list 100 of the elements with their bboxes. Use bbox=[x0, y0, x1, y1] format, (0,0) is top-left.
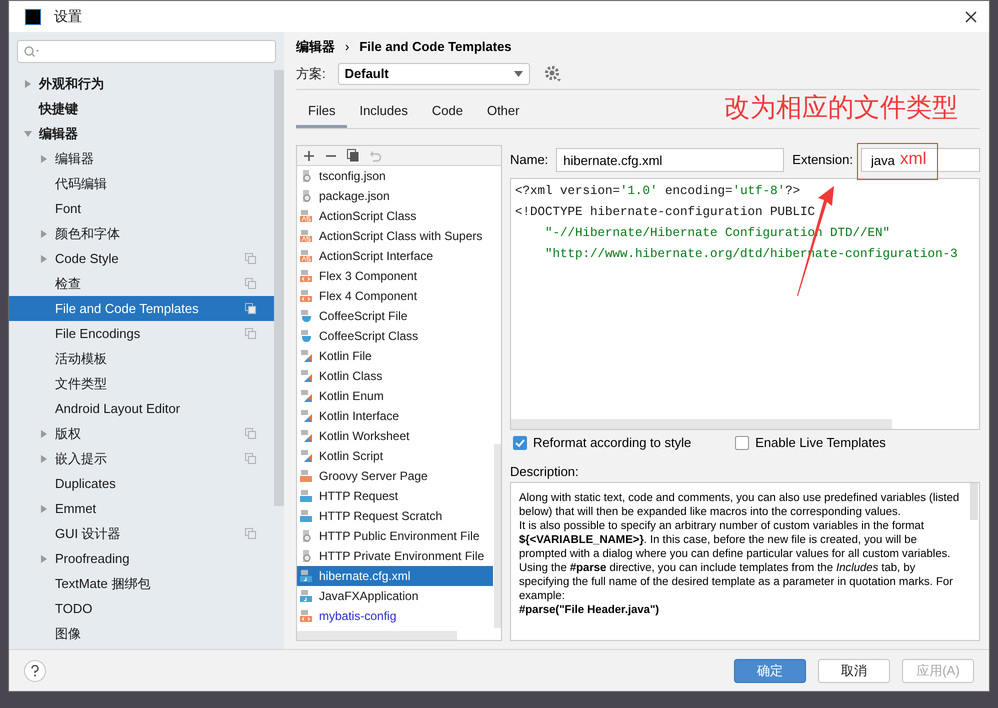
template-item[interactable]: Kotlin Class bbox=[297, 366, 493, 386]
file-template-icon bbox=[300, 229, 313, 243]
file-template-icon bbox=[300, 269, 313, 283]
scrollbar[interactable] bbox=[511, 419, 892, 429]
template-item[interactable]: mybatis-config bbox=[297, 606, 493, 626]
checkbox-label[interactable]: Enable Live Templates bbox=[755, 433, 886, 453]
file-template-icon bbox=[300, 489, 313, 503]
template-item[interactable]: ActionScript Class bbox=[297, 206, 493, 226]
undo-icon[interactable] bbox=[369, 150, 382, 162]
collapsed-arrow-icon[interactable] bbox=[39, 454, 49, 464]
dialog-button[interactable]: 取消 bbox=[818, 658, 890, 682]
template-item[interactable]: package.json bbox=[297, 186, 493, 206]
sidebar-item[interactable]: 嵌入提示 bbox=[9, 446, 274, 471]
sidebar-item[interactable]: Duplicates bbox=[9, 471, 274, 496]
template-item[interactable]: Kotlin Interface bbox=[297, 406, 493, 426]
annotation-text: 改为相应的文件类型 bbox=[724, 91, 958, 123]
template-item[interactable]: Flex 4 Component bbox=[297, 286, 493, 306]
tab[interactable]: Code bbox=[420, 97, 475, 128]
template-item[interactable]: ActionScript Interface bbox=[297, 246, 493, 266]
expanded-arrow-icon[interactable] bbox=[23, 128, 33, 138]
sidebar-item[interactable]: 外观和行为 bbox=[9, 71, 274, 96]
breadcrumb-item[interactable]: File and Code Templates bbox=[359, 37, 512, 57]
sidebar-item[interactable]: 版权 bbox=[9, 421, 274, 446]
name-field[interactable]: hibernate.cfg.xml bbox=[556, 148, 784, 172]
help-icon bbox=[31, 664, 39, 676]
collapsed-arrow-icon[interactable] bbox=[39, 504, 49, 514]
sidebar-item[interactable]: File Encodings bbox=[9, 321, 274, 346]
template-item[interactable]: CoffeeScript File bbox=[297, 306, 493, 326]
sidebar-item[interactable]: 检查 bbox=[9, 271, 274, 296]
scrollbar[interactable] bbox=[970, 483, 978, 520]
scrollbar[interactable] bbox=[494, 444, 501, 628]
template-item[interactable]: Flex 3 Component bbox=[297, 266, 493, 286]
search-field[interactable] bbox=[17, 40, 276, 63]
sidebar-item[interactable]: 图像 bbox=[9, 621, 274, 646]
description-text: Using the #parse directive, you can include templates from the Includes tab, by specifying the full name of the desired template as a parameter in quotation marks. For example: bbox=[519, 561, 954, 603]
template-item[interactable]: HTTP Public Environment File bbox=[297, 526, 493, 546]
sidebar-item[interactable]: 编辑器 bbox=[9, 146, 274, 171]
template-item[interactable]: hibernate.cfg.xml bbox=[297, 566, 493, 586]
template-item[interactable]: tsconfig.json bbox=[297, 166, 493, 186]
breadcrumb-item[interactable]: 编辑器 bbox=[296, 37, 335, 57]
collapsed-arrow-icon[interactable] bbox=[39, 254, 49, 264]
template-item[interactable]: HTTP Request Scratch bbox=[297, 506, 493, 526]
sidebar-item[interactable]: Code Style bbox=[9, 246, 274, 271]
sidebar-item[interactable]: Proofreading bbox=[9, 546, 274, 571]
sidebar-item[interactable]: 编辑器 bbox=[9, 121, 274, 146]
checkbox[interactable] bbox=[735, 436, 750, 450]
sidebar-item[interactable]: File and Code Templates bbox=[9, 296, 274, 321]
copy-icon bbox=[245, 428, 256, 439]
template-item[interactable]: Groovy Server Page bbox=[297, 466, 493, 486]
help-button[interactable] bbox=[24, 660, 46, 682]
checkbox-label[interactable]: Reformat according to style bbox=[533, 433, 692, 453]
collapsed-arrow-icon[interactable] bbox=[23, 78, 33, 88]
scrollbar[interactable] bbox=[274, 70, 284, 506]
template-item[interactable]: ActionScript Class with Supers bbox=[297, 226, 493, 246]
template-item[interactable]: Kotlin File bbox=[297, 346, 493, 366]
file-template-icon bbox=[300, 189, 313, 203]
sidebar-item[interactable]: 文件类型 bbox=[9, 371, 274, 396]
sidebar-item[interactable]: 颜色和字体 bbox=[9, 221, 274, 246]
app-logo-icon bbox=[25, 8, 41, 24]
sidebar-item[interactable]: Font bbox=[9, 196, 274, 221]
sidebar-item[interactable]: GUI 设计器 bbox=[9, 521, 274, 546]
description-text: It is also possible to specify an arbitrary number of custom variables in the format ${<VARIABLE_NAME>}. In this case, before the new file is created, you will be prompted with a dialog where you can define particular values for all custom variables. bbox=[519, 519, 952, 561]
file-template-icon bbox=[300, 349, 313, 363]
checkbox[interactable] bbox=[513, 436, 527, 450]
scheme-dropdown[interactable]: Default bbox=[338, 63, 530, 85]
add-icon[interactable] bbox=[303, 150, 315, 162]
sidebar-item[interactable]: 活动模板 bbox=[9, 346, 274, 371]
scrollbar[interactable] bbox=[297, 631, 457, 640]
collapsed-arrow-icon[interactable] bbox=[39, 554, 49, 564]
sidebar-item[interactable]: 代码编辑 bbox=[9, 171, 274, 196]
close-icon[interactable] bbox=[965, 10, 977, 22]
tab[interactable]: Other bbox=[474, 97, 532, 128]
settings-icon[interactable] bbox=[544, 65, 562, 83]
sidebar-item[interactable]: TODO bbox=[9, 596, 274, 621]
template-item[interactable]: Kotlin Enum bbox=[297, 386, 493, 406]
file-template-icon bbox=[300, 449, 313, 463]
template-item[interactable]: JavaFXApplication bbox=[297, 586, 493, 606]
template-item[interactable]: Kotlin Worksheet bbox=[297, 426, 493, 446]
window-title: 设置 bbox=[54, 7, 82, 26]
sidebar-item[interactable]: Emmet bbox=[9, 496, 274, 521]
description-text: Along with static text, code and comments, you can also use predefined variables (listed below) that will then be expanded like macros into the corresponding values. bbox=[519, 491, 960, 519]
collapsed-arrow-icon[interactable] bbox=[39, 154, 49, 164]
template-item[interactable]: Kotlin Script bbox=[297, 446, 493, 466]
tab[interactable]: Files bbox=[296, 97, 348, 128]
template-item[interactable]: HTTP Request bbox=[297, 486, 493, 506]
template-item[interactable]: CoffeeScript Class bbox=[297, 326, 493, 346]
name-label: Name: bbox=[510, 151, 548, 170]
collapsed-arrow-icon[interactable] bbox=[39, 228, 49, 238]
sidebar-item[interactable]: Android Layout Editor bbox=[9, 396, 274, 421]
sidebar-item[interactable]: TextMate 捆绑包 bbox=[9, 571, 274, 596]
copy-icon bbox=[245, 453, 256, 464]
dialog-button[interactable]: 确定 bbox=[734, 658, 806, 682]
template-item[interactable]: HTTP Private Environment File bbox=[297, 546, 493, 566]
dropdown-arrow-icon bbox=[514, 71, 523, 77]
tab[interactable]: Includes bbox=[347, 97, 420, 128]
sidebar-item[interactable]: 快捷键 bbox=[9, 96, 274, 121]
file-template-icon bbox=[300, 509, 313, 523]
copy-icon[interactable] bbox=[347, 149, 359, 162]
file-template-icon bbox=[300, 469, 313, 483]
collapsed-arrow-icon[interactable] bbox=[39, 428, 49, 438]
